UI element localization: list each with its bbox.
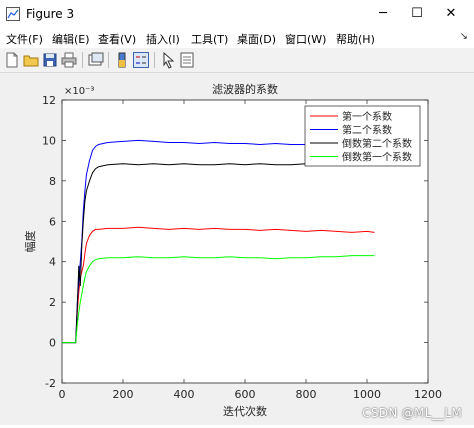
matlab-figure-icon	[6, 7, 20, 21]
menu-desktop[interactable]: 桌面(D)	[237, 31, 276, 47]
edit-plot-icon[interactable]	[159, 51, 177, 69]
legend-entry: 第一个系数	[342, 110, 392, 123]
x-tick-label: 800	[296, 388, 317, 401]
legend-entry: 倒数第一个系数	[342, 151, 412, 164]
menu-tools[interactable]: 工具(T)	[191, 31, 228, 47]
y-tick-label: 6	[49, 215, 56, 228]
legend-entry: 第二个系数	[342, 124, 392, 137]
dock-figure-icon[interactable]: ↘	[460, 31, 468, 42]
figure-canvas[interactable]: 0 200 400 600 800 1000 1200 -2 0 2 4 6 8 10 12 ×10⁻³ 滤波器…	[0, 73, 474, 425]
window-titlebar: Figure 3 ─ ☐ ✕	[0, 0, 474, 28]
insert-legend-icon[interactable]	[132, 51, 150, 69]
y-tick-label: 8	[49, 175, 56, 188]
insert-colorbar-icon[interactable]	[113, 51, 131, 69]
property-inspector-icon[interactable]	[178, 51, 196, 69]
figure-toolbar	[0, 48, 474, 73]
y-tick-label: 4	[49, 256, 56, 269]
x-axis-label: 迭代次数	[223, 404, 267, 418]
menu-window[interactable]: 窗口(W)	[285, 31, 326, 47]
y-axis-label: 幅度	[23, 231, 37, 253]
menu-view[interactable]: 查看(V)	[98, 31, 136, 47]
new-figure-icon[interactable]	[3, 51, 21, 69]
toolbar-separator	[154, 52, 155, 68]
y-tick-label: 2	[49, 296, 56, 309]
window-title: Figure 3	[26, 7, 75, 21]
open-file-icon[interactable]	[22, 51, 40, 69]
y-tick-label: 10	[42, 134, 56, 147]
x-tick-label: 1200	[414, 388, 442, 401]
chart-title: 滤波器的系数	[212, 82, 278, 96]
toolbar-separator	[82, 52, 83, 68]
link-plot-icon[interactable]	[87, 51, 105, 69]
y-axis-multiplier: ×10⁻³	[64, 86, 94, 97]
y-tick-label: -2	[45, 377, 56, 390]
x-tick-label: 400	[174, 388, 195, 401]
menu-insert[interactable]: 插入(I)	[146, 31, 180, 47]
x-tick-label: 0	[59, 388, 66, 401]
menu-help[interactable]: 帮助(H)	[336, 31, 375, 47]
y-tick-label: 12	[42, 94, 56, 107]
minimize-button[interactable]: ─	[366, 0, 400, 28]
legend-entry: 倒数第二个系数	[342, 137, 412, 150]
x-tick-label: 1000	[353, 388, 381, 401]
close-button[interactable]: ✕	[434, 0, 468, 28]
line-chart: 0 200 400 600 800 1000 1200-2024681012×10⁻³ 滤波器…	[23, 82, 442, 418]
toolbar-separator	[108, 52, 109, 68]
y-tick-label: 0	[49, 337, 56, 350]
maximize-button[interactable]: ☐	[400, 0, 434, 28]
save-icon[interactable]	[41, 51, 59, 69]
menu-edit[interactable]: 编辑(E)	[52, 31, 90, 47]
x-tick-label: 200	[113, 388, 134, 401]
watermark: CSDN @ML__LM	[362, 406, 462, 420]
x-tick-label: 600	[235, 388, 256, 401]
menu-file[interactable]: 文件(F)	[6, 31, 43, 47]
print-icon[interactable]	[60, 51, 78, 69]
menu-bar: 文件(F) 编辑(E) 查看(V) 插入(I) 工具(T) 桌面(D) 窗口(W…	[0, 28, 474, 48]
